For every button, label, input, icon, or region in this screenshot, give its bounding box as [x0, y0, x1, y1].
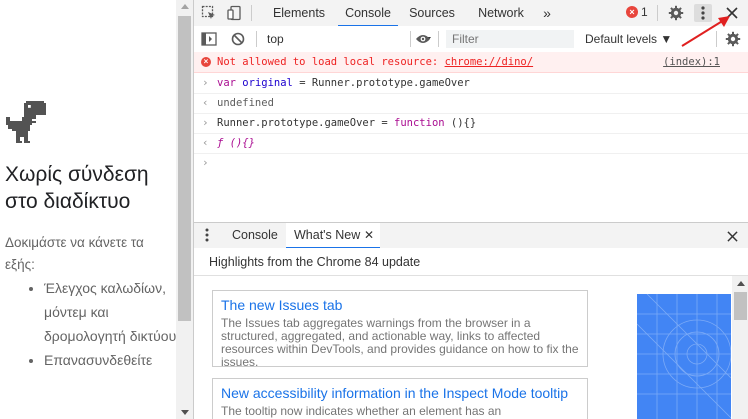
sidebar-toggle-icon[interactable]	[200, 31, 218, 47]
whats-new-card[interactable]: The new Issues tab The Issues tab aggreg…	[212, 290, 588, 369]
toolbar-separator	[410, 31, 411, 47]
clear-console-icon[interactable]	[230, 31, 246, 47]
whats-new-card[interactable]: New accessibility information in the Ins…	[212, 378, 588, 419]
console-message-body[interactable]: ƒ (){}	[217, 133, 255, 153]
code-text: (){}	[444, 117, 477, 129]
code-variable: original	[242, 77, 293, 89]
error-text: Not allowed to load local resource:	[217, 56, 445, 68]
toolbar-separator	[251, 5, 252, 21]
output-arrow-icon: ‹	[202, 96, 209, 109]
whats-new-panel: Highlights from the Chrome 84 update The…	[194, 248, 748, 419]
error-count[interactable]: 1	[641, 5, 648, 19]
suggestion-item: Επανασυνδεθείτε	[44, 348, 176, 372]
tab-elements[interactable]: Elements	[264, 0, 334, 26]
error-resource-link[interactable]: chrome://dino/	[445, 56, 534, 68]
console-message-body: Not allowed to load local resource: chro…	[217, 52, 533, 72]
page-scroll-thumb[interactable]	[178, 16, 191, 321]
code-text: = Runner.prototype.gameOver	[292, 77, 470, 89]
code-keyword: function	[394, 117, 445, 129]
error-badge-icon[interactable]: ×	[626, 6, 638, 18]
devtools-panel: Elements Console Sources Network » × 1 t…	[193, 0, 748, 419]
drawer-tab-console[interactable]: Console	[224, 223, 286, 248]
card-title-link[interactable]: The new Issues tab	[221, 296, 579, 314]
more-tabs-icon[interactable]: »	[538, 0, 556, 26]
console-output[interactable]: × Not allowed to load local resource: ch…	[194, 52, 748, 218]
console-toolbar: top Default levels ▼	[194, 26, 748, 53]
dino-icon[interactable]	[6, 101, 46, 145]
drawer-tab-whats-new[interactable]: What's New ✕	[286, 223, 380, 249]
offline-try-text: Δοκιμάστε να κάνετε τα εξής:	[5, 235, 144, 272]
function-signature: (){}	[223, 137, 255, 149]
input-chevron-icon: ›	[202, 116, 209, 129]
console-message-body: var original = Runner.prototype.gameOver	[217, 73, 470, 93]
filter-input[interactable]	[446, 30, 574, 48]
live-expression-eye-icon[interactable]	[414, 31, 432, 47]
card-description: The tooltip now indicates whether an ele…	[221, 404, 502, 418]
annotation-arrow-icon	[681, 16, 730, 47]
drawer-menu-icon[interactable]	[202, 227, 212, 243]
console-message-body: Runner.prototype.gameOver = function (){…	[217, 113, 476, 133]
inspect-element-icon[interactable]	[200, 4, 218, 22]
close-drawer-icon[interactable]	[724, 228, 740, 244]
scroll-down-arrow-icon[interactable]	[181, 410, 189, 415]
error-circle-icon: ×	[201, 57, 211, 67]
code-text: Runner.prototype.gameOver =	[217, 117, 395, 129]
log-levels-dropdown[interactable]: Default levels ▼	[585, 30, 672, 48]
page-scrollbar[interactable]	[176, 0, 193, 419]
divider	[194, 275, 748, 276]
card-description: The Issues tab aggregates warnings from …	[221, 316, 579, 369]
whats-new-scrollbar[interactable]	[732, 276, 748, 419]
code-keyword: var	[217, 77, 236, 89]
console-input-line: › var original = Runner.prototype.gameOv…	[194, 73, 748, 94]
drawer-tabbar: Console What's New ✕	[194, 222, 748, 249]
console-error-message: × Not allowed to load local resource: ch…	[194, 52, 748, 73]
console-return-value: undefined	[217, 97, 274, 109]
scroll-up-arrow-icon[interactable]	[737, 281, 745, 286]
tab-console[interactable]: Console	[338, 0, 398, 27]
toolbar-separator	[657, 5, 658, 21]
offline-page: Χωρίς σύνδεση στο διαδίκτυο Δοκιμάστε να…	[0, 0, 176, 419]
offline-title: Χωρίς σύνδεση στο διαδίκτυο	[5, 163, 149, 213]
input-chevron-icon: ›	[202, 76, 209, 89]
tab-sources[interactable]: Sources	[402, 0, 462, 26]
devtools-tabbar: Elements Console Sources Network » × 1	[194, 0, 748, 27]
scroll-up-arrow-icon[interactable]	[181, 4, 189, 9]
console-prompt[interactable]: ›	[194, 153, 748, 173]
error-source-link[interactable]: (index):1	[663, 52, 720, 72]
tab-network[interactable]: Network	[470, 0, 532, 26]
offline-suggestions: Έλεγχος καλωδίων, μόντεμ και δρομολογητή…	[24, 276, 176, 372]
prompt-chevron-icon: ›	[202, 156, 209, 169]
device-toolbar-icon[interactable]	[226, 4, 244, 22]
toolbar-separator	[438, 31, 439, 47]
card-title-link[interactable]: New accessibility information in the Ins…	[221, 384, 579, 402]
console-input-line: › Runner.prototype.gameOver = function (…	[194, 113, 748, 134]
output-arrow-icon: ‹	[202, 136, 209, 149]
close-tab-icon[interactable]: ✕	[364, 223, 374, 248]
highlights-heading: Highlights from the Chrome 84 update	[209, 255, 421, 269]
console-output-line: ‹ ƒ (){}	[194, 133, 748, 154]
toolbar-separator	[256, 31, 257, 47]
devtools-logo-illustration-icon	[637, 294, 731, 419]
context-value: top	[267, 32, 284, 46]
suggestion-item: Έλεγχος καλωδίων, μόντεμ και δρομολογητή…	[44, 276, 176, 348]
console-output-line: ‹ undefined	[194, 93, 748, 114]
whats-new-scroll-thumb[interactable]	[734, 292, 747, 320]
drawer-tab-label: What's New	[294, 228, 361, 242]
